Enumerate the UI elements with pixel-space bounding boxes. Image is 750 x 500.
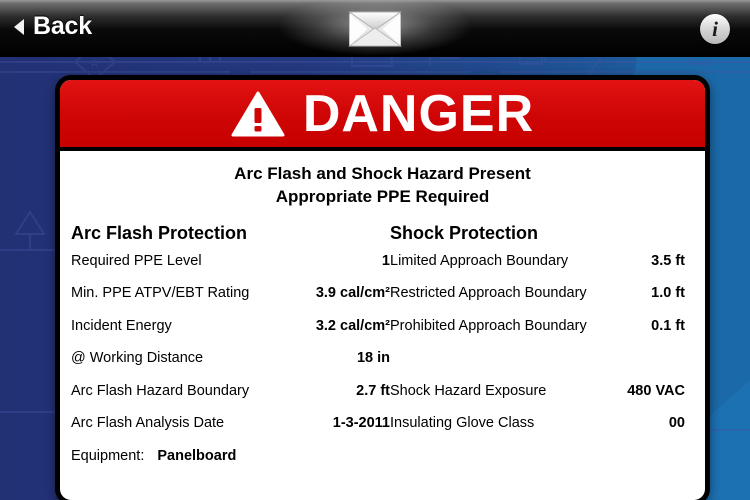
table-row: Limited Approach Boundary 3.5 ft: [390, 253, 685, 286]
table-row: Required PPE Level 1: [71, 253, 390, 286]
equipment-value: Panelboard: [157, 447, 237, 464]
row-value: 1-3-2011: [332, 415, 390, 432]
column-spacer: [390, 350, 685, 383]
equipment-label: Equipment:: [71, 447, 145, 464]
table-row: Arc Flash Analysis Date 1-3-2011: [71, 415, 390, 448]
table-row: Incident Energy 3.2 cal/cm²: [71, 318, 390, 351]
danger-banner: DANGER: [60, 80, 705, 151]
info-icon-glyph: i: [712, 16, 718, 41]
arc-flash-protection-heading: Arc Flash Protection: [71, 222, 248, 243]
row-value: 3.5 ft: [651, 252, 685, 269]
row-label: Shock Hazard Exposure: [390, 382, 547, 399]
table-row: Arc Flash Hazard Boundary 2.7 ft: [71, 383, 390, 416]
row-value: 0.1 ft: [651, 317, 685, 334]
row-label: Incident Energy: [71, 317, 172, 334]
shock-protection-heading: Shock Protection: [390, 222, 539, 243]
table-row: Min. PPE ATPV/EBT Rating 3.9 cal/cm²: [71, 285, 390, 318]
subtitle-line-1: Arc Flash and Shock Hazard Present: [234, 164, 531, 183]
row-label: Required PPE Level: [71, 252, 202, 269]
subtitle-line-2: Appropriate PPE Required: [275, 186, 490, 206]
shock-protection-column: Shock Protection Limited Approach Bounda…: [390, 223, 685, 481]
row-label: Min. PPE ATPV/EBT Rating: [71, 285, 250, 302]
row-label: Insulating Glove Class: [390, 415, 535, 432]
row-value: 2.7 ft: [356, 382, 390, 399]
info-icon[interactable]: i: [700, 14, 730, 44]
top-navigation-bar: Back i: [0, 0, 750, 57]
danger-banner-text: DANGER: [302, 84, 535, 143]
envelope-icon[interactable]: [347, 11, 403, 47]
row-value: 480 VAC: [627, 382, 685, 399]
row-label: Prohibited Approach Boundary: [390, 317, 587, 334]
arc-flash-protection-column: Arc Flash Protection Required PPE Level …: [60, 223, 390, 481]
row-value: 00: [668, 415, 685, 432]
row-label: @ Working Distance: [71, 350, 204, 367]
svg-text:R: R: [91, 59, 99, 71]
left-triangle-icon: [14, 18, 24, 35]
row-value: 1.0 ft: [651, 285, 685, 302]
row-label: Restricted Approach Boundary: [390, 285, 587, 302]
row-label: Limited Approach Boundary: [390, 252, 569, 269]
back-button-label: Back: [33, 12, 92, 40]
table-row: @ Working Distance 18 in: [71, 350, 390, 383]
table-row: Prohibited Approach Boundary 0.1 ft: [390, 318, 685, 351]
row-label: Arc Flash Analysis Date: [71, 415, 225, 432]
row-label: Arc Flash Hazard Boundary: [71, 382, 250, 399]
app-root: R Back i DANGER Arc Flash and Shock Haza…: [0, 0, 750, 500]
arc-flash-label-card: DANGER Arc Flash and Shock Hazard Presen…: [55, 75, 710, 500]
equipment-row: Equipment: Panelboard: [71, 448, 390, 481]
card-subtitle: Arc Flash and Shock Hazard Present Appro…: [60, 151, 705, 213]
table-row: Shock Hazard Exposure 480 VAC: [390, 383, 685, 416]
table-row: Restricted Approach Boundary 1.0 ft: [390, 285, 685, 318]
card-columns: Arc Flash Protection Required PPE Level …: [60, 213, 705, 481]
row-value: 3.9 cal/cm²: [315, 285, 390, 302]
back-button[interactable]: Back: [14, 12, 92, 41]
warning-triangle-icon: [231, 91, 285, 136]
table-row: Insulating Glove Class 00: [390, 415, 685, 448]
row-value: 3.2 cal/cm²: [315, 317, 390, 334]
row-value: 1: [381, 252, 390, 269]
row-value: 18 in: [356, 350, 390, 367]
